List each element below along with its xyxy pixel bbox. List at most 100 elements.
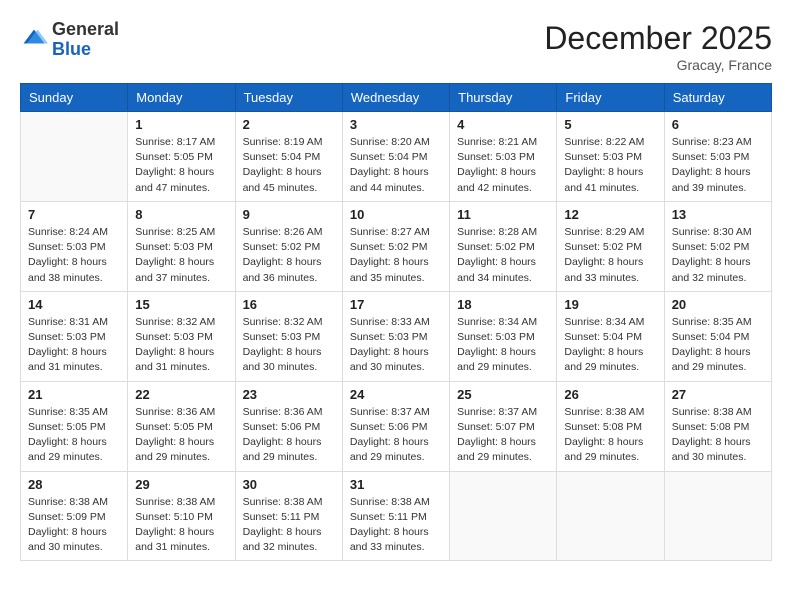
day-info: Sunrise: 8:35 AM Sunset: 5:04 PM Dayligh… bbox=[672, 315, 764, 376]
day-number: 7 bbox=[28, 207, 120, 222]
day-cell: 18 Sunrise: 8:34 AM Sunset: 5:03 PM Dayli… bbox=[450, 291, 557, 381]
day-cell: 17Sunrise: 8:33 AM Sunset: 5:03 PM Dayli… bbox=[342, 291, 449, 381]
month-title: December 2025 bbox=[544, 20, 772, 57]
day-cell: 28Sunrise: 8:38 AM Sunset: 5:09 PM Dayli… bbox=[21, 471, 128, 561]
day-cell: 10 Sunrise: 8:27 AM Sunset: 5:02 PM Dayli… bbox=[342, 201, 449, 291]
day-number: 20 bbox=[672, 297, 764, 312]
calendar-table: SundayMondayTuesdayWednesdayThursdayFrid… bbox=[20, 83, 772, 561]
day-info: Sunrise: 8:24 AM Sunset: 5:03 PM Dayligh… bbox=[28, 225, 120, 286]
day-info: Sunrise: 8:36 AM Sunset: 5:05 PM Dayligh… bbox=[135, 405, 227, 466]
logo-blue-text: Blue bbox=[52, 39, 91, 59]
day-info: Sunrise: 8:31 AM Sunset: 5:03 PM Dayligh… bbox=[28, 315, 120, 376]
day-info: Sunrise: 8:37 AM Sunset: 5:07 PM Dayligh… bbox=[457, 405, 549, 466]
weekday-header-thursday: Thursday bbox=[450, 84, 557, 112]
weekday-header-sunday: Sunday bbox=[21, 84, 128, 112]
day-cell: 3Sunrise: 8:20 AM Sunset: 5:04 PM Daylig… bbox=[342, 112, 449, 202]
day-cell: 5 Sunrise: 8:22 AM Sunset: 5:03 PM Daylig… bbox=[557, 112, 664, 202]
day-cell: 11 Sunrise: 8:28 AM Sunset: 5:02 PM Dayli… bbox=[450, 201, 557, 291]
day-number: 27 bbox=[672, 387, 764, 402]
day-cell: 15Sunrise: 8:32 AM Sunset: 5:03 PM Dayli… bbox=[128, 291, 235, 381]
day-number: 6 bbox=[672, 117, 764, 132]
day-info: Sunrise: 8:19 AM Sunset: 5:04 PM Dayligh… bbox=[243, 135, 335, 196]
day-info: Sunrise: 8:34 AM Sunset: 5:03 PM Dayligh… bbox=[457, 315, 549, 376]
week-row-2: 7 Sunrise: 8:24 AM Sunset: 5:03 PM Daylig… bbox=[21, 201, 772, 291]
day-cell: 1Sunrise: 8:17 AM Sunset: 5:05 PM Daylig… bbox=[128, 112, 235, 202]
day-info: Sunrise: 8:33 AM Sunset: 5:03 PM Dayligh… bbox=[350, 315, 442, 376]
day-cell: 25 Sunrise: 8:37 AM Sunset: 5:07 PM Dayli… bbox=[450, 381, 557, 471]
day-cell bbox=[21, 112, 128, 202]
day-number: 22 bbox=[135, 387, 227, 402]
title-section: December 2025 Gracay, France bbox=[544, 20, 772, 73]
day-cell: 6 Sunrise: 8:23 AM Sunset: 5:03 PM Daylig… bbox=[664, 112, 771, 202]
day-number: 29 bbox=[135, 477, 227, 492]
weekday-header-saturday: Saturday bbox=[664, 84, 771, 112]
day-info: Sunrise: 8:23 AM Sunset: 5:03 PM Dayligh… bbox=[672, 135, 764, 196]
day-info: Sunrise: 8:38 AM Sunset: 5:08 PM Dayligh… bbox=[564, 405, 656, 466]
day-number: 5 bbox=[564, 117, 656, 132]
weekday-header-friday: Friday bbox=[557, 84, 664, 112]
week-row-3: 14 Sunrise: 8:31 AM Sunset: 5:03 PM Dayli… bbox=[21, 291, 772, 381]
day-number: 26 bbox=[564, 387, 656, 402]
day-info: Sunrise: 8:34 AM Sunset: 5:04 PM Dayligh… bbox=[564, 315, 656, 376]
day-info: Sunrise: 8:37 AM Sunset: 5:06 PM Dayligh… bbox=[350, 405, 442, 466]
day-info: Sunrise: 8:29 AM Sunset: 5:02 PM Dayligh… bbox=[564, 225, 656, 286]
day-info: Sunrise: 8:35 AM Sunset: 5:05 PM Dayligh… bbox=[28, 405, 120, 466]
day-cell: 21Sunrise: 8:35 AM Sunset: 5:05 PM Dayli… bbox=[21, 381, 128, 471]
day-number: 13 bbox=[672, 207, 764, 222]
logo-icon bbox=[20, 26, 48, 54]
day-cell: 30Sunrise: 8:38 AM Sunset: 5:11 PM Dayli… bbox=[235, 471, 342, 561]
week-row-1: 1Sunrise: 8:17 AM Sunset: 5:05 PM Daylig… bbox=[21, 112, 772, 202]
day-cell: 19Sunrise: 8:34 AM Sunset: 5:04 PM Dayli… bbox=[557, 291, 664, 381]
weekday-header-monday: Monday bbox=[128, 84, 235, 112]
day-cell: 9 Sunrise: 8:26 AM Sunset: 5:02 PM Daylig… bbox=[235, 201, 342, 291]
day-number: 31 bbox=[350, 477, 442, 492]
day-cell: 8 Sunrise: 8:25 AM Sunset: 5:03 PM Daylig… bbox=[128, 201, 235, 291]
day-info: Sunrise: 8:38 AM Sunset: 5:10 PM Dayligh… bbox=[135, 495, 227, 556]
location-label: Gracay, France bbox=[544, 57, 772, 73]
day-cell: 14 Sunrise: 8:31 AM Sunset: 5:03 PM Dayli… bbox=[21, 291, 128, 381]
day-cell: 20 Sunrise: 8:35 AM Sunset: 5:04 PM Dayli… bbox=[664, 291, 771, 381]
day-number: 16 bbox=[243, 297, 335, 312]
day-number: 8 bbox=[135, 207, 227, 222]
day-cell: 22 Sunrise: 8:36 AM Sunset: 5:05 PM Dayli… bbox=[128, 381, 235, 471]
day-number: 24 bbox=[350, 387, 442, 402]
day-cell: 27Sunrise: 8:38 AM Sunset: 5:08 PM Dayli… bbox=[664, 381, 771, 471]
day-number: 14 bbox=[28, 297, 120, 312]
day-number: 1 bbox=[135, 117, 227, 132]
day-number: 2 bbox=[243, 117, 335, 132]
day-cell: 2 Sunrise: 8:19 AM Sunset: 5:04 PM Daylig… bbox=[235, 112, 342, 202]
page-header: General Blue December 2025 Gracay, Franc… bbox=[20, 20, 772, 73]
day-info: Sunrise: 8:27 AM Sunset: 5:02 PM Dayligh… bbox=[350, 225, 442, 286]
day-number: 12 bbox=[564, 207, 656, 222]
day-number: 25 bbox=[457, 387, 549, 402]
day-info: Sunrise: 8:30 AM Sunset: 5:02 PM Dayligh… bbox=[672, 225, 764, 286]
day-info: Sunrise: 8:36 AM Sunset: 5:06 PM Dayligh… bbox=[243, 405, 335, 466]
weekday-header-wednesday: Wednesday bbox=[342, 84, 449, 112]
day-info: Sunrise: 8:25 AM Sunset: 5:03 PM Dayligh… bbox=[135, 225, 227, 286]
day-info: Sunrise: 8:20 AM Sunset: 5:04 PM Dayligh… bbox=[350, 135, 442, 196]
day-cell: 31 Sunrise: 8:38 AM Sunset: 5:11 PM Dayli… bbox=[342, 471, 449, 561]
day-cell: 26 Sunrise: 8:38 AM Sunset: 5:08 PM Dayli… bbox=[557, 381, 664, 471]
day-number: 10 bbox=[350, 207, 442, 222]
weekday-header-tuesday: Tuesday bbox=[235, 84, 342, 112]
day-cell bbox=[450, 471, 557, 561]
day-number: 18 bbox=[457, 297, 549, 312]
day-number: 15 bbox=[135, 297, 227, 312]
day-cell: 24 Sunrise: 8:37 AM Sunset: 5:06 PM Dayli… bbox=[342, 381, 449, 471]
week-row-5: 28Sunrise: 8:38 AM Sunset: 5:09 PM Dayli… bbox=[21, 471, 772, 561]
day-number: 4 bbox=[457, 117, 549, 132]
day-info: Sunrise: 8:38 AM Sunset: 5:11 PM Dayligh… bbox=[350, 495, 442, 556]
weekday-header-row: SundayMondayTuesdayWednesdayThursdayFrid… bbox=[21, 84, 772, 112]
day-cell: 13 Sunrise: 8:30 AM Sunset: 5:02 PM Dayli… bbox=[664, 201, 771, 291]
day-number: 23 bbox=[243, 387, 335, 402]
day-number: 9 bbox=[243, 207, 335, 222]
day-info: Sunrise: 8:22 AM Sunset: 5:03 PM Dayligh… bbox=[564, 135, 656, 196]
day-cell: 4Sunrise: 8:21 AM Sunset: 5:03 PM Daylig… bbox=[450, 112, 557, 202]
day-cell bbox=[664, 471, 771, 561]
day-cell bbox=[557, 471, 664, 561]
day-info: Sunrise: 8:28 AM Sunset: 5:02 PM Dayligh… bbox=[457, 225, 549, 286]
logo-general-text: General bbox=[52, 19, 119, 39]
day-number: 11 bbox=[457, 207, 549, 222]
day-info: Sunrise: 8:26 AM Sunset: 5:02 PM Dayligh… bbox=[243, 225, 335, 286]
day-info: Sunrise: 8:32 AM Sunset: 5:03 PM Dayligh… bbox=[243, 315, 335, 376]
